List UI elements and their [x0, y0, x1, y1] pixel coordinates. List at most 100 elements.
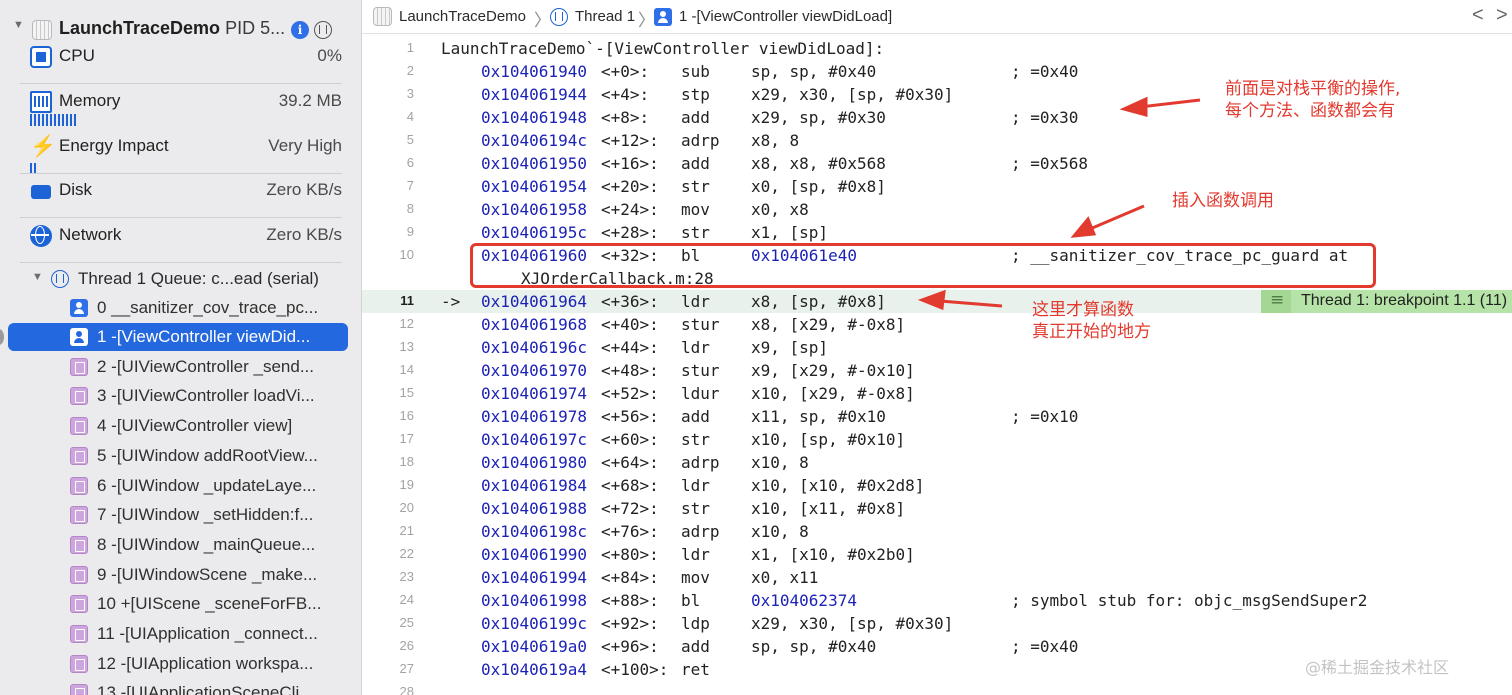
instruction-comment: ; =0x40	[1011, 62, 1079, 81]
instruction-offset: <+28>:	[601, 223, 659, 242]
back-button[interactable]: <	[1472, 4, 1484, 27]
line-number: 24	[399, 592, 414, 607]
instruction-mnemonic: ldp	[681, 614, 710, 633]
instruction-mnemonic: adrp	[681, 522, 720, 541]
code-line: 23 0x104061994 <+84>: mov x0, x11	[362, 566, 1512, 589]
instruction-operands: x0, x8	[751, 200, 809, 219]
instruction-offset: <+72>:	[601, 499, 659, 518]
instruction-offset: <+88>:	[601, 591, 659, 610]
instruction-comment: ; =0x10	[1011, 407, 1079, 426]
annotation-line: 前面是对栈平衡的操作,	[1225, 79, 1401, 99]
breadcrumb-app[interactable]: LaunchTraceDemo	[399, 8, 526, 25]
line-number: 4	[406, 109, 414, 124]
instruction-mnemonic: stur	[681, 315, 720, 334]
system-code-icon	[70, 684, 88, 695]
instruction-mnemonic: mov	[681, 568, 710, 587]
stack-frame[interactable]: 11 -[UIApplication _connect...	[0, 620, 361, 648]
instruction-address: 0x10406195c	[481, 223, 587, 242]
thread-icon	[51, 270, 69, 288]
stack-frame[interactable]: 3 -[UIViewController loadVi...	[0, 382, 361, 410]
line-number: 16	[399, 408, 414, 423]
instruction-operands: x8, [sp, #0x8]	[751, 292, 886, 311]
stack-frame[interactable]: 13 -[UIApplicationSceneCli...	[0, 679, 361, 695]
gauge-network[interactable]: Network Zero KB/s	[20, 219, 342, 263]
instruction-offset: <+76>:	[601, 522, 659, 541]
code-line: 1 LaunchTraceDemo`-[ViewController viewD…	[362, 37, 1512, 60]
frame-label: 7 -[UIWindow _setHidden:f...	[97, 505, 314, 524]
stack-frame[interactable]: 8 -[UIWindow _mainQueue...	[0, 531, 361, 559]
stack-frame[interactable]: 2 -[UIViewController _send...	[0, 353, 361, 381]
instruction-offset: <+24>:	[601, 200, 659, 219]
instruction-offset: <+20>:	[601, 177, 659, 196]
line-number: 11	[400, 293, 414, 308]
line-number: 25	[399, 615, 414, 630]
watermark: @稀土掘金技术社区	[1305, 658, 1450, 677]
frame-label: 6 -[UIWindow _updateLaye...	[97, 476, 317, 495]
system-code-icon	[70, 417, 88, 435]
user-code-icon	[70, 328, 88, 346]
frame-label: 5 -[UIWindow addRootView...	[97, 446, 318, 465]
breakpoint-label: Thread 1: breakpoint 1.1 (11)	[1301, 292, 1508, 309]
thread-icon[interactable]	[314, 21, 332, 39]
system-code-icon	[70, 536, 88, 554]
line-number: 5	[406, 132, 414, 147]
breakpoint-badge[interactable]: Thread 1: breakpoint 1.1 (11)	[1261, 290, 1512, 313]
instruction-offset: <+0>:	[601, 62, 650, 81]
system-code-icon	[70, 358, 88, 376]
code-line: 12 0x104061968 <+40>: stur x8, [x29, #-0x8]	[362, 313, 1512, 336]
gauge-cpu[interactable]: CPU 0%	[20, 40, 342, 84]
frame-label: 8 -[UIWindow _mainQueue...	[97, 535, 316, 554]
instruction-operands: x9, [sp]	[751, 338, 829, 357]
stack-frame-selected[interactable]: 1 -[ViewController viewDid...	[0, 323, 361, 351]
instruction-mnemonic: ldur	[681, 384, 720, 403]
gauge-memory[interactable]: Memory 39.2 MB	[20, 85, 342, 129]
gauge-disk[interactable]: Disk Zero KB/s	[20, 174, 342, 218]
annotation-line: 这里才算函数	[1032, 300, 1134, 320]
instruction-address: 0x104061944	[481, 85, 587, 104]
instruction-offset: <+68>:	[601, 476, 659, 495]
breadcrumb-frame[interactable]: 1 -[ViewController viewDidLoad]	[679, 8, 892, 25]
disassembly-view[interactable]: 1 LaunchTraceDemo`-[ViewController viewD…	[362, 35, 1512, 695]
stack-frame[interactable]: 5 -[UIWindow addRootView...	[0, 442, 361, 470]
stack-frame[interactable]: 6 -[UIWindow _updateLaye...	[0, 472, 361, 500]
frame-label: 0 __sanitizer_cov_trace_pc...	[97, 298, 319, 317]
line-number: 13	[399, 339, 414, 354]
stack-frame[interactable]: 4 -[UIViewController view]	[0, 412, 361, 440]
annotation-line: 每个方法、函数都会有	[1225, 101, 1395, 121]
code-line: 21 0x10406198c <+76>: adrp x10, 8	[362, 520, 1512, 543]
instruction-comment: ; symbol stub for: objc_msgSendSuper2	[1011, 591, 1368, 610]
line-number: 9	[406, 224, 414, 239]
system-code-icon	[70, 477, 88, 495]
info-icon[interactable]: i	[291, 21, 309, 39]
code-line: 18 0x104061980 <+64>: adrp x10, 8	[362, 451, 1512, 474]
cpu-icon	[30, 46, 52, 68]
code-line: 20 0x104061988 <+72>: str x10, [x11, #0x8]	[362, 497, 1512, 520]
stack-frame[interactable]: 9 -[UIWindowScene _make...	[0, 561, 361, 589]
breadcrumb-thread[interactable]: Thread 1	[575, 8, 635, 25]
line-number: 23	[399, 569, 414, 584]
list-icon[interactable]	[1261, 290, 1291, 313]
stack-frame[interactable]: 0 __sanitizer_cov_trace_pc...	[0, 294, 361, 322]
process-title: LaunchTraceDemo PID 5...	[59, 18, 285, 39]
code-line: 24 0x104061998 <+88>: bl 0x104062374 ; symbol…	[362, 589, 1512, 612]
instruction-operands: x9, [x29, #-0x10]	[751, 361, 915, 380]
stack-frame[interactable]: 12 -[UIApplication workspa...	[0, 650, 361, 678]
line-number: 6	[406, 155, 414, 170]
thread-row[interactable]: ▼ Thread 1 Queue: c...ead (serial)	[0, 264, 361, 294]
lightning-icon: ⚡	[30, 135, 57, 158]
divider	[20, 83, 342, 84]
chevron-down-icon[interactable]: ▼	[13, 19, 24, 31]
frame-label: 13 -[UIApplicationSceneCli...	[97, 683, 314, 695]
forward-button[interactable]: >	[1496, 4, 1508, 27]
instruction-mnemonic: adrp	[681, 131, 720, 150]
instruction-offset: <+44>:	[601, 338, 659, 357]
system-code-icon	[70, 447, 88, 465]
line-number: 15	[399, 385, 414, 400]
gauge-energy[interactable]: ⚡ Energy Impact Very High	[20, 130, 342, 174]
stack-frame[interactable]: 7 -[UIWindow _setHidden:f...	[0, 501, 361, 529]
stack-frame[interactable]: 10 +[UIScene _sceneForFB...	[0, 590, 361, 618]
disk-icon	[30, 180, 52, 202]
chevron-down-icon[interactable]: ▼	[32, 271, 43, 283]
instruction-mnemonic: add	[681, 154, 710, 173]
code-line: 7 0x104061954 <+20>: str x0, [sp, #0x8]	[362, 175, 1512, 198]
